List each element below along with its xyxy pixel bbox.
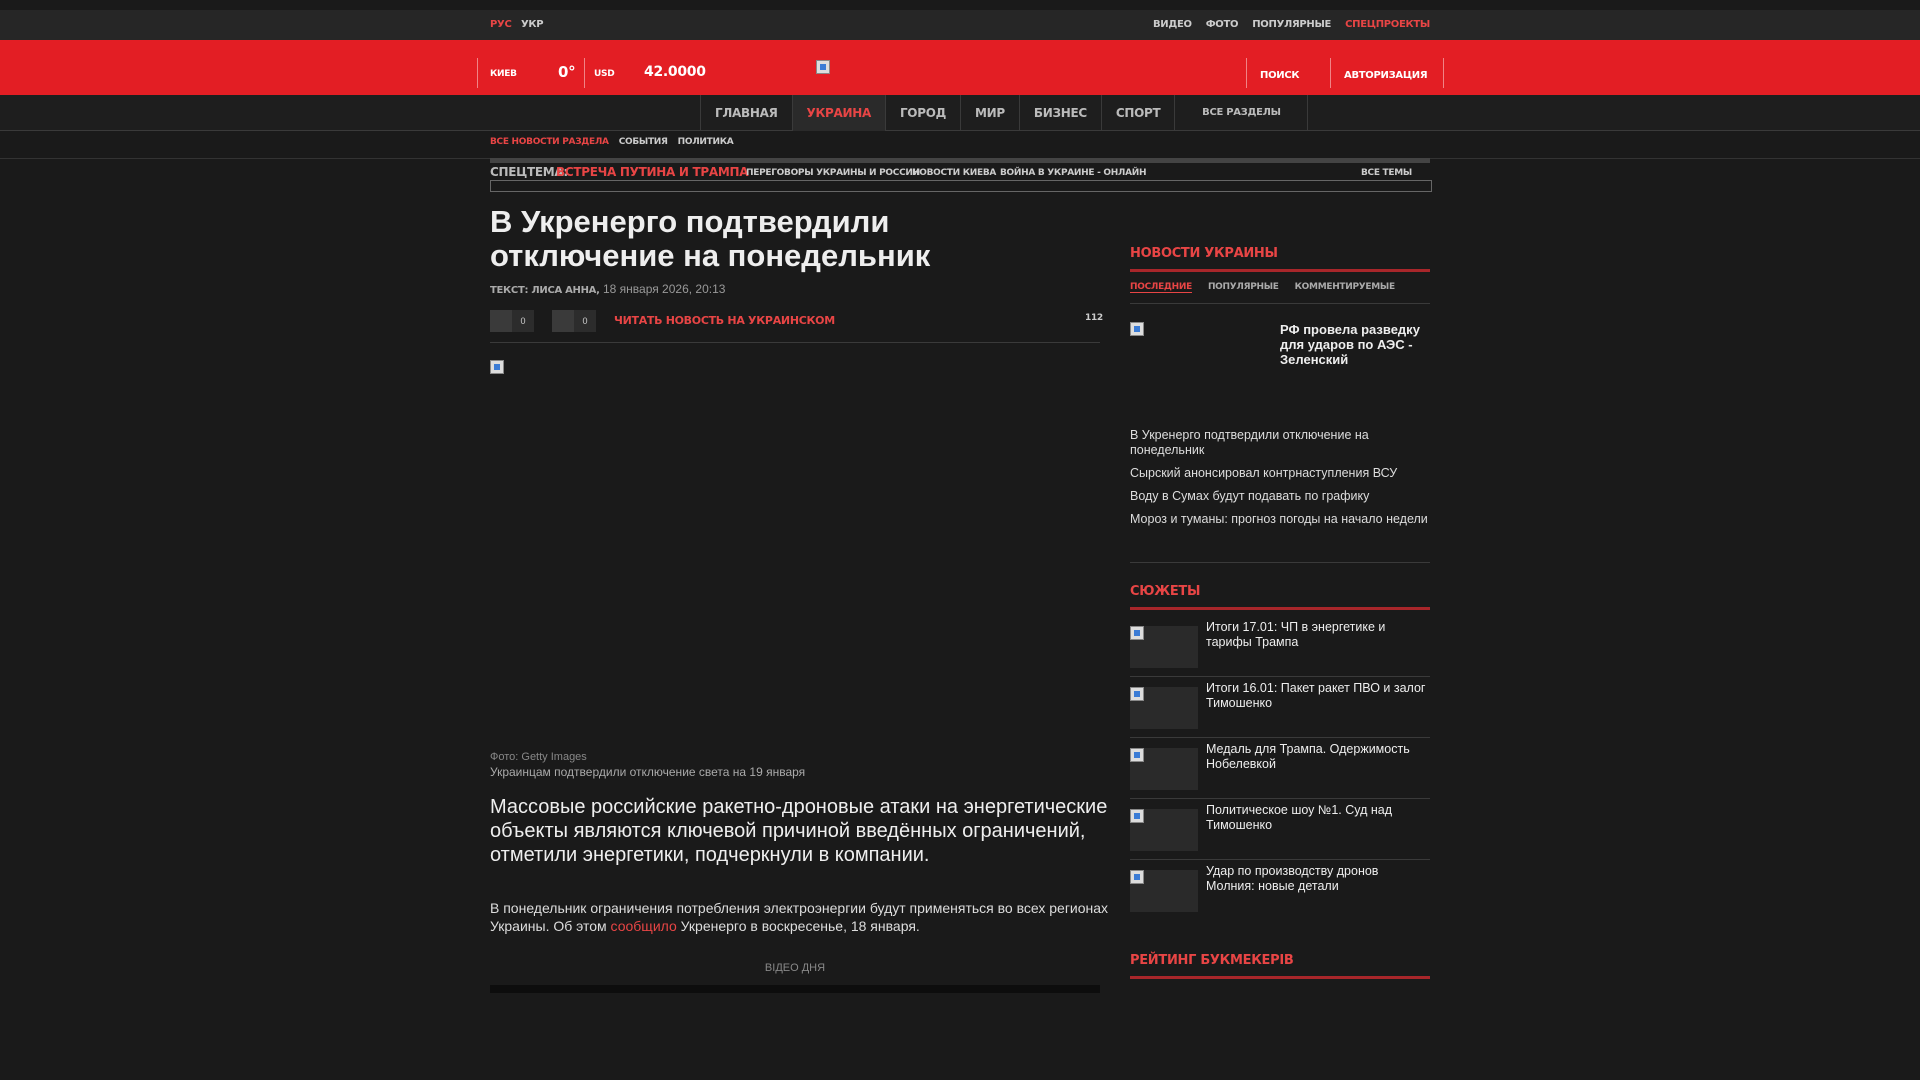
story-title: Итоги 16.01: Пакет ракет ПВО и залог Тим… [1206, 681, 1426, 710]
article-byline: ТЕКСТ: ЛИСА АННА, 18 января 2026, 20:13 [490, 282, 725, 296]
special-topic-frame [490, 180, 1432, 192]
nav-item-world[interactable]: МИР [960, 95, 1019, 131]
thumbnail-image-icon [1130, 626, 1144, 640]
thumbnail-image-icon [1130, 748, 1144, 762]
thumbnail-image-icon [1130, 687, 1144, 701]
featured-image-icon [1130, 322, 1144, 336]
article-title: В Укренерго подтвердили отключение на по… [490, 204, 931, 273]
lang-ua-link[interactable]: УКР [521, 19, 544, 30]
header-divider [584, 58, 585, 88]
search-button[interactable]: ПОИСК [1260, 70, 1300, 81]
header-divider [1330, 58, 1331, 88]
source-link[interactable]: сообщило [611, 918, 677, 934]
story-title: Медаль для Трампа. Одержимость Нобелевко… [1206, 742, 1410, 771]
header-bar [0, 40, 1920, 95]
top-link-photo[interactable]: ФОТО [1206, 19, 1239, 30]
video-player[interactable] [490, 985, 1100, 993]
divider [1130, 562, 1430, 563]
share-twitter[interactable]: 0 [552, 310, 596, 332]
header-divider [477, 58, 478, 88]
divider [490, 342, 1100, 343]
paragraph-text: Укренерго в воскресенье, 18 января. [676, 918, 920, 934]
tab-popular[interactable]: ПОПУЛЯРНЫЕ [1208, 282, 1279, 293]
auth-button[interactable]: АВТОРИЗАЦИЯ [1344, 70, 1428, 81]
nav-item-sport[interactable]: СПОРТ [1100, 95, 1175, 131]
subnav-politics[interactable]: ПОЛИТИКА [678, 137, 734, 147]
story-item[interactable]: Итоги 16.01: Пакет ракет ПВО и залог Тим… [1130, 677, 1430, 738]
story-item[interactable]: Итоги 17.01: ЧП в энергетике и тарифы Тр… [1130, 616, 1430, 677]
weather-city: КИЕВ [490, 69, 517, 79]
story-thumbnail [1130, 870, 1198, 912]
news-item[interactable]: Мороз и туманы: прогноз погоды на начало… [1130, 512, 1430, 527]
header-divider [1443, 58, 1444, 88]
twitter-icon [552, 310, 574, 332]
featured-news-image[interactable] [1130, 322, 1270, 412]
top-links: ВИДЕО ФОТО ПОПУЛЯРНЫЕ СПЕЦПРОЕКТЫ [1153, 19, 1430, 30]
photo-caption: Украинцам подтвердили отключение света н… [490, 765, 806, 779]
sidebar-stories-heading[interactable]: СЮЖЕТЫ [1130, 584, 1430, 610]
all-topics-link[interactable]: ВСЕ ТЕМЫ [1361, 168, 1412, 178]
news-item[interactable]: Сырский анонсировал контрнаступления ВСУ [1130, 466, 1430, 481]
nav-item-city[interactable]: ГОРОД [884, 95, 960, 131]
video-of-day-label: ВІДЕО ДНЯ [764, 962, 826, 974]
story-item[interactable]: Удар по производству дронов Молния: новы… [1130, 860, 1430, 921]
main-nav: ГЛАВНАЯ УКРАИНА ГОРОД МИР БИЗНЕС СПОРТ В… [700, 95, 1309, 131]
special-link-war-online[interactable]: ВОЙНА В УКРАИНЕ - ОНЛАЙН [1000, 168, 1147, 178]
story-title: Удар по производству дронов Молния: новы… [1206, 864, 1379, 893]
thumbnail-image-icon [1130, 809, 1144, 823]
story-title: Политическое шоу №1. Суд над Тимошенко [1206, 803, 1392, 832]
subnav-events[interactable]: СОБЫТИЯ [619, 137, 668, 147]
thumbnail-image-icon [1130, 870, 1144, 884]
story-thumbnail [1130, 809, 1198, 851]
news-item[interactable]: Воду в Сумах будут подавать по графику [1130, 489, 1430, 504]
subnav-all-news[interactable]: ВСЕ НОВОСТИ РАЗДЕЛА [490, 137, 609, 147]
special-link-kyiv-news[interactable]: НОВОСТИ КИЕВА [912, 168, 996, 178]
top-strip [0, 10, 1920, 40]
sidebar-tabs: ПОСЛЕДНИЕ ПОПУЛЯРНЫЕ КОММЕНТИРУЕМЫЕ [1130, 282, 1430, 304]
story-thumbnail [1130, 687, 1198, 729]
top-link-video[interactable]: ВИДЕО [1153, 19, 1192, 30]
share-count: 0 [512, 310, 534, 332]
lang-ru-link[interactable]: РУС [490, 19, 512, 30]
article-lead: Массовые российские ракетно-дроновые ата… [490, 796, 1108, 866]
story-item[interactable]: Политическое шоу №1. Суд над Тимошенко [1130, 799, 1430, 860]
sidebar-news-heading[interactable]: НОВОСТИ УКРАИНЫ [1130, 246, 1430, 272]
nav-item-all-sections[interactable]: ВСЕ РАЗДЕЛЫ [1174, 95, 1309, 131]
tab-latest[interactable]: ПОСЛЕДНИЕ [1130, 282, 1192, 293]
tab-commented[interactable]: КОММЕНТИРУЕМЫЕ [1295, 282, 1395, 293]
story-item[interactable]: Медаль для Трампа. Одержимость Нобелевко… [1130, 738, 1430, 799]
news-list: В Укренерго подтвердили отключение на по… [1130, 428, 1430, 535]
article-date: 18 января 2026, 20:13 [602, 282, 726, 296]
special-link-negotiations[interactable]: ПЕРЕГОВОРЫ УКРАИНЫ И РОССИИ [746, 168, 920, 178]
section-subnav: ВСЕ НОВОСТИ РАЗДЕЛА СОБЫТИЯ ПОЛИТИКА [490, 137, 734, 147]
nav-item-ukraine[interactable]: УКРАИНА [791, 95, 885, 131]
nav-item-home[interactable]: ГЛАВНАЯ [700, 95, 792, 131]
news-item[interactable]: В Укренерго подтвердили отключение на по… [1130, 428, 1430, 458]
share-facebook[interactable]: 0 [490, 310, 534, 332]
nav-item-business[interactable]: БИЗНЕС [1018, 95, 1101, 131]
header-divider [1246, 58, 1247, 88]
article-photo [490, 360, 1100, 745]
sidebar-rating-heading[interactable]: РЕЙТИНГ БУКМЕКЕРІВ [1130, 953, 1430, 979]
photo-credit: Фото: Getty Images [490, 751, 587, 763]
weather-temperature: 0° [558, 63, 576, 81]
story-thumbnail [1130, 626, 1198, 668]
article-author: ТЕКСТ: ЛИСА АННА, [490, 285, 600, 296]
article-paragraph: В понедельник ограничения потребления эл… [490, 899, 1110, 935]
featured-news-title[interactable]: РФ провела разведку для ударов по АЭС - … [1280, 322, 1430, 367]
share-count: 0 [574, 310, 596, 332]
currency-rate: 42.0000 [644, 64, 706, 80]
story-thumbnail [1130, 748, 1198, 790]
top-link-special-projects[interactable]: СПЕЦПРОЕКТЫ [1345, 19, 1430, 30]
top-link-popular[interactable]: ПОПУЛЯРНЫЕ [1252, 19, 1331, 30]
photo-image-icon [490, 360, 504, 374]
currency-label: USD [594, 69, 615, 79]
story-title: Итоги 17.01: ЧП в энергетике и тарифы Тр… [1206, 620, 1386, 649]
views-count: 112 [1085, 313, 1103, 323]
special-topic-link[interactable]: ВСТРЕЧА ПУТИНА И ТРАМПА [556, 165, 748, 179]
facebook-icon [490, 310, 512, 332]
logo-image-icon [816, 60, 830, 74]
read-in-ukrainian-link[interactable]: ЧИТАТЬ НОВОСТЬ НА УКРАИНСКОМ [614, 314, 835, 327]
